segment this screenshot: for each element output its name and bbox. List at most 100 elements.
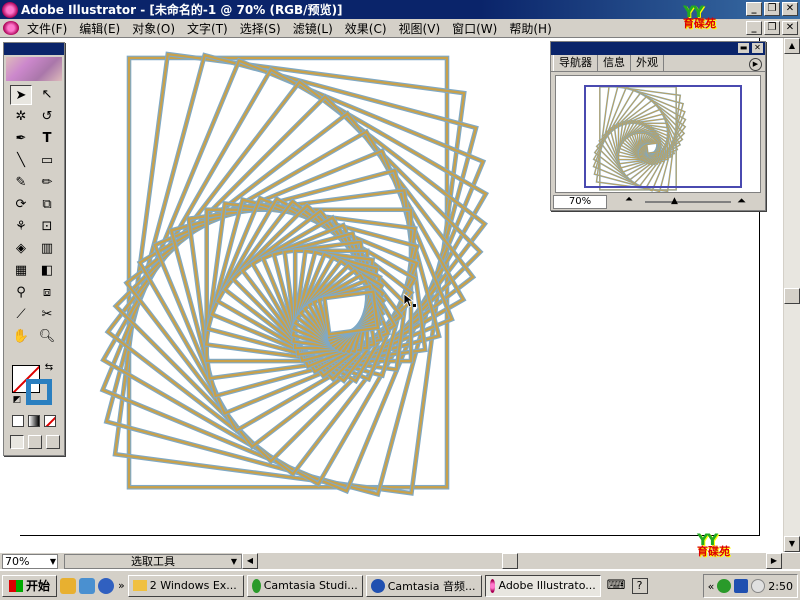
menu-filter[interactable]: 滤镜(L)	[287, 20, 339, 37]
menu-effect[interactable]: 效果(C)	[339, 20, 393, 37]
none-mode-icon[interactable]	[44, 415, 56, 427]
scroll-right-button[interactable]: ▶	[766, 553, 782, 569]
vertical-scroll-thumb[interactable]	[784, 288, 800, 304]
quicklaunch-icon[interactable]	[98, 577, 115, 594]
screen-mode-standard-icon[interactable]	[10, 435, 24, 449]
navigator-panel: ▬ ✕ 导航器 信息 外观 ▶ 70% ⏶ ▲ ⏶	[550, 41, 766, 211]
folder-icon	[132, 580, 147, 591]
title-bar: Adobe Illustrator - [未命名的-1 @ 70% (RGB/预…	[0, 0, 800, 19]
free-transform-tool-icon[interactable]: ⊡	[36, 217, 58, 237]
navigator-zoom-field[interactable]: 70%	[553, 195, 607, 209]
mesh-tool-icon[interactable]: ▦	[10, 261, 32, 281]
zoom-out-icon[interactable]: ⏶	[625, 194, 633, 205]
gradient-tool-icon[interactable]: ◧	[36, 261, 58, 281]
scale-tool-icon[interactable]: ⧉	[36, 195, 58, 215]
document-icon[interactable]	[3, 21, 19, 35]
keyboard-icon[interactable]: ⌨	[607, 578, 626, 593]
view-box[interactable]	[584, 85, 742, 188]
app-window-buttons: _ ❐ ✕	[746, 2, 798, 16]
doc-restore-button[interactable]: ❐	[764, 21, 780, 35]
navigator-title-bar[interactable]: ▬ ✕	[551, 42, 765, 55]
warp-tool-icon[interactable]: ⚘	[10, 217, 32, 237]
quicklaunch-icon[interactable]	[79, 577, 96, 594]
watermark-logo-bottom: YY 育碟苑	[697, 530, 730, 558]
clock: 2:50	[768, 579, 793, 593]
chevron-right-icon[interactable]: »	[118, 579, 125, 592]
swap-colors-icon[interactable]: ⇆	[42, 361, 56, 375]
vertical-scrollbar[interactable]: ▲ ▼	[783, 38, 800, 552]
tray-camtasia-icon[interactable]	[717, 579, 732, 593]
panel-minimize-button[interactable]: ▬	[738, 43, 749, 53]
graph-tool-icon[interactable]: ▥	[36, 239, 58, 259]
magic-wand-tool-icon[interactable]: ✲	[10, 107, 32, 127]
quicklaunch-icon[interactable]	[60, 577, 77, 594]
navigator-zoom-controls: 70% ⏶ ▲ ⏶	[553, 194, 765, 210]
app-restore-button[interactable]: ❐	[764, 2, 780, 16]
screen-mode-menu-icon[interactable]	[28, 435, 42, 449]
zoom-tool-icon[interactable]: 🔍︎	[36, 327, 58, 347]
hand-tool-icon[interactable]: ✋	[10, 327, 32, 347]
toolbox-title-bar[interactable]	[4, 43, 64, 55]
tray-network-icon[interactable]	[751, 579, 766, 593]
paintbrush-tool-icon[interactable]: ✎	[10, 173, 32, 193]
direct-selection-tool-icon[interactable]: ↖	[36, 85, 58, 105]
task-camtasia-audio[interactable]: Camtasia 音频...	[365, 574, 482, 597]
blend-tool-icon[interactable]: ⧈	[36, 283, 58, 303]
chevron-left-icon[interactable]: «	[708, 580, 715, 593]
line-tool-icon[interactable]: ╲	[10, 151, 32, 171]
menu-window[interactable]: 窗口(W)	[446, 20, 503, 37]
current-tool-status[interactable]: 选取工具 ▼	[64, 554, 242, 569]
menu-bar: 文件(F) 编辑(E) 对象(O) 文字(T) 选择(S) 滤镜(L) 效果(C…	[0, 19, 800, 38]
menu-edit[interactable]: 编辑(E)	[73, 20, 126, 37]
app-icon[interactable]	[2, 1, 18, 18]
doc-minimize-button[interactable]: _	[746, 21, 762, 35]
task-adobe-illustrator[interactable]: Adobe Illustrato...	[484, 574, 601, 597]
color-mode-icon[interactable]	[12, 415, 24, 427]
scroll-up-button[interactable]: ▲	[784, 38, 800, 54]
stroke-swatch[interactable]	[26, 379, 52, 405]
pen-tool-icon[interactable]: ✒	[10, 129, 32, 149]
screen-mode-full-icon[interactable]	[46, 435, 60, 449]
type-tool-icon[interactable]: T	[36, 129, 58, 149]
scissors-tool-icon[interactable]: ✂	[36, 305, 58, 325]
windows-logo-icon	[9, 579, 23, 592]
menu-type[interactable]: 文字(T)	[181, 20, 234, 37]
start-button[interactable]: 开始	[2, 574, 58, 597]
scroll-left-button[interactable]: ◀	[242, 553, 258, 569]
selection-tool-icon[interactable]: ➤	[10, 85, 32, 105]
menu-view[interactable]: 视图(V)	[393, 20, 447, 37]
lasso-tool-icon[interactable]: ↺	[36, 107, 58, 127]
menu-object[interactable]: 对象(O)	[126, 20, 181, 37]
scroll-down-button[interactable]: ▼	[784, 536, 800, 552]
menu-select[interactable]: 选择(S)	[234, 20, 287, 37]
zoom-in-icon[interactable]: ⏶	[737, 194, 746, 208]
chevron-down-icon: ▼	[49, 557, 56, 566]
zoom-slider-thumb[interactable]: ▲	[671, 196, 678, 206]
task-windows-explorer[interactable]: 2 Windows Ex...	[127, 574, 244, 597]
panel-close-button[interactable]: ✕	[752, 43, 763, 53]
gradient-mode-icon[interactable]	[28, 415, 40, 427]
help-icon[interactable]: ?	[631, 577, 648, 594]
slice-tool-icon[interactable]: ⟋	[10, 305, 32, 325]
rectangle-tool-icon[interactable]: ▭	[36, 151, 58, 171]
zoom-combo[interactable]: 70% ▼	[2, 554, 58, 569]
tray-media-icon[interactable]	[734, 579, 749, 593]
eyedropper-tool-icon[interactable]: ⚲	[10, 283, 32, 303]
navigator-preview[interactable]	[555, 75, 761, 193]
doc-close-button[interactable]: ✕	[782, 21, 798, 35]
app-minimize-button[interactable]: _	[746, 2, 762, 16]
panel-menu-icon[interactable]: ▶	[749, 58, 762, 71]
rotate-tool-icon[interactable]: ⟳	[10, 195, 32, 215]
camtasia-audio-icon	[370, 578, 385, 593]
task-camtasia-studio[interactable]: Camtasia Studi...	[246, 574, 363, 597]
default-colors-icon[interactable]: ◩	[10, 393, 24, 407]
app-close-button[interactable]: ✕	[782, 2, 798, 16]
pencil-tool-icon[interactable]: ✏	[36, 173, 58, 193]
illustrator-icon	[489, 578, 496, 593]
horizontal-scroll-thumb[interactable]	[502, 553, 518, 569]
menu-file[interactable]: 文件(F)	[21, 20, 73, 37]
symbol-sprayer-tool-icon[interactable]: ◈	[10, 239, 32, 259]
zoom-slider[interactable]	[645, 201, 731, 203]
mouse-cursor-icon	[403, 293, 416, 308]
menu-help[interactable]: 帮助(H)	[503, 20, 557, 37]
